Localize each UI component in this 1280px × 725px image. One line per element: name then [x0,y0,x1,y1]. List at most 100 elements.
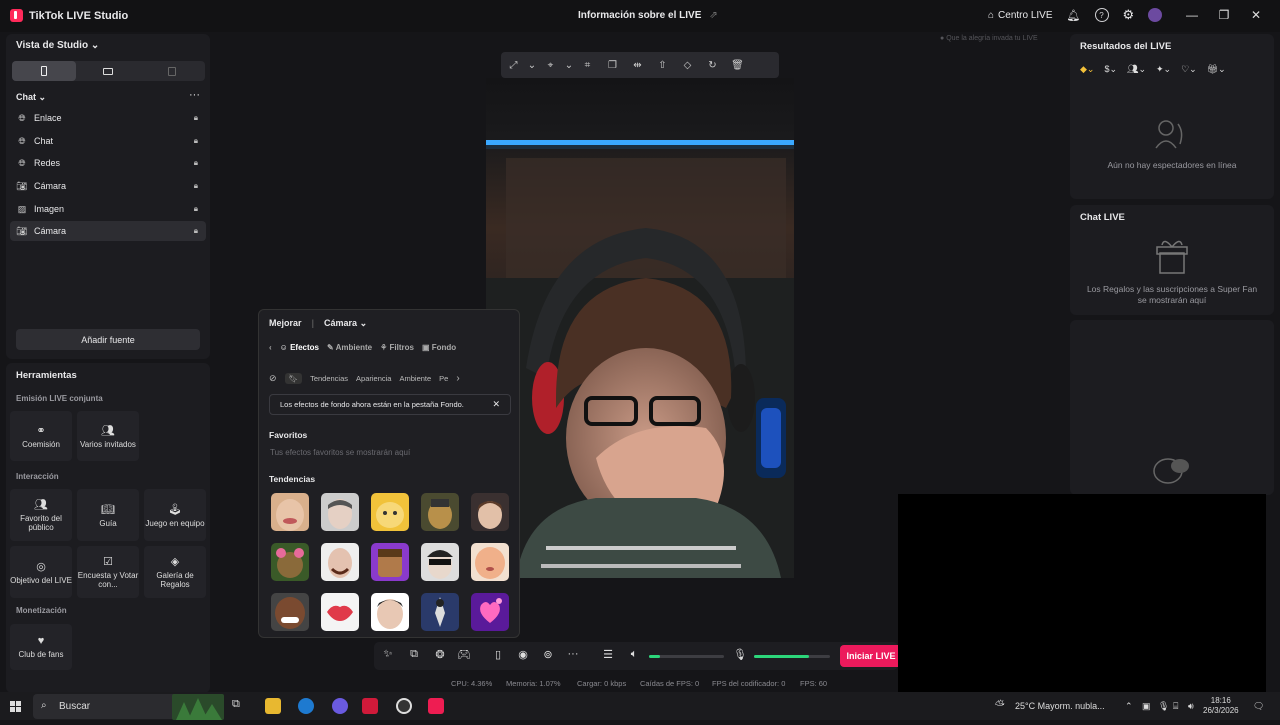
more-icon[interactable]: ··· [189,89,200,101]
effect-thumb[interactable] [421,493,459,531]
category-more[interactable]: Pe [439,374,448,383]
network-icon[interactable]: ⌸ [1173,701,1178,712]
weather-text[interactable]: 25°C Mayorm. nubla... [1015,701,1105,711]
coin-icon[interactable]: $⌄ [1104,64,1117,75]
none-icon[interactable]: ⊘ [269,373,277,384]
tool-favorito[interactable]: 👥︎ Favorito del público [10,489,72,541]
avatar[interactable] [1148,8,1163,22]
effect-thumb[interactable] [371,593,409,631]
lock-icon[interactable]: 🔒︎ [194,226,198,236]
source-item-camara[interactable]: 📷︎ Cámara 🔒︎ [10,176,206,196]
new-followers-icon[interactable]: ✦⌄ [1156,64,1171,75]
gear-icon[interactable]: ⚙ [1123,7,1135,23]
chevron-right-icon[interactable]: › [456,373,459,384]
speaker-volume-slider[interactable] [649,655,724,658]
notifications-icon[interactable]: 🗨︎ [1253,701,1264,712]
file-explorer-icon[interactable] [265,698,281,714]
sliders-icon[interactable]: ☰ [600,648,616,661]
more-icon[interactable]: ··· [565,648,581,660]
task-view-icon[interactable]: ⧉ [232,698,248,714]
resize-icon[interactable]: ⤢ [501,60,526,71]
source-item-imagen[interactable]: ▨ Imagen 🔒︎ [10,199,206,219]
minimize-button[interactable]: — [1182,8,1202,22]
tool-varios-invitados[interactable]: 👥︎ Varios invitados [77,411,139,461]
effect-thumb[interactable] [321,493,359,531]
gift-icon[interactable]: 🎁︎⌄ [1207,64,1226,75]
lock-icon[interactable]: 🔒︎ [194,136,198,146]
record-icon[interactable]: ◉ [515,648,531,661]
phone-icon[interactable]: ▯ [490,648,506,661]
screen-share-icon[interactable]: ⧉ [406,648,422,661]
source-item-camara-selected[interactable]: 📷︎ Cámara 🔒︎ [10,221,206,241]
back-icon[interactable]: ‹ [269,343,272,352]
tab-fondo[interactable]: ▣ Fondo [422,343,456,352]
source-item-enlace[interactable]: 🌐︎ Enlace 🔒︎ [10,108,206,128]
chat-scene-dropdown[interactable]: Chat ⌄ [16,92,46,103]
microphone-icon[interactable]: 🎙︎ [732,648,748,661]
game-icon[interactable]: 🎮︎ [456,648,472,661]
camera-dropdown[interactable]: Cámara ⌄ [324,318,367,329]
effect-thumb[interactable] [421,543,459,581]
mic-volume-slider[interactable] [754,655,830,658]
bell-icon[interactable]: 🔔︎ [1067,9,1081,22]
effect-thumb[interactable] [371,493,409,531]
position-icon[interactable]: ⌖ [538,60,563,71]
effect-thumb[interactable] [471,543,509,581]
lock-icon[interactable]: 🔒︎ [194,158,198,168]
edge-icon[interactable] [298,698,314,714]
centro-live-button[interactable]: ⌂ Centro LIVE [988,10,1053,21]
share-icon[interactable]: ⇗ [709,10,717,21]
chevron-down-icon[interactable]: ⌄ [526,60,538,71]
tool-coemision[interactable]: ⚭ Coemisión [10,411,72,461]
camera-settings-icon[interactable]: ⊚ [540,648,556,661]
studio-view-dropdown[interactable]: Vista de Studio ⌄ [16,40,99,51]
tool-guia[interactable]: 📖︎ Guía [77,489,139,541]
taskbar-clock[interactable]: 18:16 26/3/2026 [1203,696,1239,716]
diamond-icon[interactable]: ◆⌄ [1080,64,1094,75]
effect-thumb[interactable] [471,493,509,531]
duplicate-icon[interactable]: ❐ [600,60,625,71]
windows-start-icon[interactable] [10,700,22,712]
layers-icon[interactable]: ◇ [675,60,700,71]
tool-galeria-regalos[interactable]: ◈ Galería de Regalos [144,546,206,598]
tab-ambiente[interactable]: ✎ Ambiente [327,343,372,352]
category-ambiente[interactable]: Ambiente [399,374,431,383]
youtube-music-icon[interactable] [362,698,378,714]
effect-thumb[interactable] [321,593,359,631]
tab-efectos[interactable]: ☺ Efectos [280,343,319,352]
lock-icon[interactable]: 🔒︎ [194,204,198,214]
maximize-button[interactable]: ❐ [1214,8,1234,22]
tool-club-fans[interactable]: ♥ Club de fans [10,624,72,670]
flip-icon[interactable]: ⇹ [625,60,650,71]
effect-thumb[interactable] [271,493,309,531]
lock-icon[interactable]: 🔒︎ [194,113,198,123]
effect-thumb[interactable] [321,543,359,581]
likes-icon[interactable]: ♡⌄ [1181,64,1197,75]
close-button[interactable]: ✕ [1246,8,1266,22]
tray-chevron-icon[interactable]: ⌃ [1125,701,1133,712]
trash-icon[interactable]: 🗑︎ [725,60,750,71]
category-tendencias[interactable]: Tendencias [310,374,348,383]
effect-thumb[interactable] [271,543,309,581]
speaker-icon[interactable]: 🔈︎ [626,648,642,661]
dual-option[interactable] [140,61,204,81]
effect-thumb[interactable] [371,543,409,581]
crop-icon[interactable]: ⌗ [575,60,600,71]
bring-front-icon[interactable]: ⇧ [650,60,675,71]
effect-thumb[interactable] [471,593,509,631]
obs-icon[interactable] [396,698,412,714]
tool-encuesta[interactable]: ☑ Encuesta y Votar con... [77,546,139,598]
go-live-button[interactable]: Iniciar LIVE [840,645,902,667]
live-info-title[interactable]: Información sobre el LIVE ⇗ [578,10,718,21]
magic-wand-icon[interactable]: ✨︎ [380,648,396,661]
category-apariencia[interactable]: Apariencia [356,374,391,383]
viewers-icon[interactable]: 👥︎⌄ [1127,64,1146,75]
landscape-option[interactable] [76,61,140,81]
source-item-redes[interactable]: 🌐︎ Redes 🔒︎ [10,153,206,173]
tray-app-icon[interactable]: ▣ [1142,701,1151,712]
help-icon[interactable]: ? [1094,8,1109,22]
add-source-button[interactable]: Añadir fuente [16,329,200,350]
stickers-icon[interactable]: ❂ [432,648,448,661]
portrait-option[interactable] [12,61,76,81]
close-icon[interactable]: ✕ [492,399,500,410]
